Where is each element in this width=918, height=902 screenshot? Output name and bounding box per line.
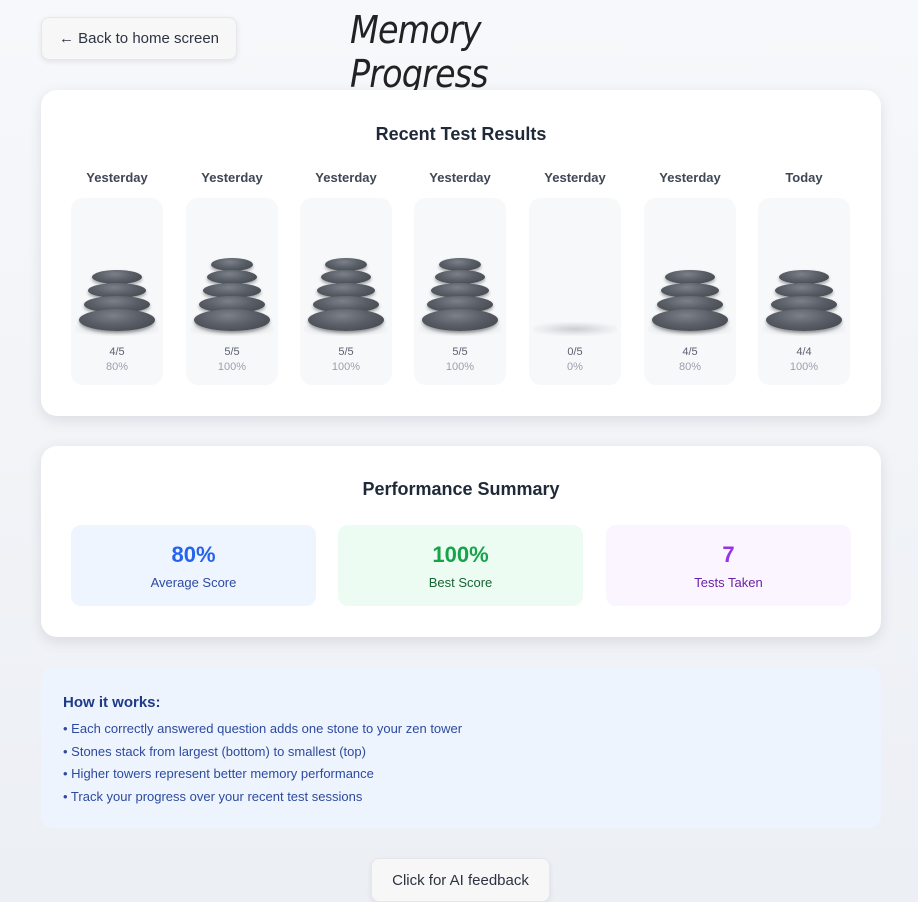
- session-score: 5/5: [452, 346, 468, 358]
- stat-label: Average Score: [150, 575, 237, 590]
- session-score: 5/5: [338, 346, 354, 358]
- stone-tower: 5/5 100%: [186, 198, 278, 385]
- stat-label: Best Score: [428, 575, 493, 590]
- performance-summary-title: Performance Summary: [362, 479, 560, 499]
- session-column: Yesterday 5/5 100%: [414, 170, 506, 385]
- stone-tower: 5/5 100%: [414, 198, 506, 385]
- tests-taken-stat: 7 Tests Taken: [606, 525, 851, 606]
- stone: [422, 309, 498, 331]
- stat-value: 80%: [171, 542, 216, 567]
- session-day-label: Yesterday: [429, 170, 491, 185]
- stat-value: 100%: [432, 542, 489, 567]
- session-percent: 100%: [445, 361, 475, 373]
- stone: [308, 309, 384, 331]
- stone-tower: 0/5 0%: [529, 198, 621, 385]
- session-score: 4/4: [796, 346, 812, 358]
- session-score: 4/5: [682, 346, 698, 358]
- session-column: Yesterday 5/5 100%: [300, 170, 392, 385]
- session-day-label: Yesterday: [659, 170, 721, 185]
- performance-summary-card: Performance Summary 80% Average Score 100%…: [41, 446, 881, 637]
- how-it-works-panel: How it works: • Each correctly answered …: [41, 667, 881, 828]
- tower-base-shadow: [533, 322, 617, 336]
- recent-results-card: Recent Test Results Yesterday 4/5 80% Yeste…: [41, 90, 881, 416]
- info-item: • Higher towers represent better memory …: [63, 766, 374, 781]
- session-column: Yesterday 0/5 0%: [529, 170, 621, 385]
- stone: [321, 270, 371, 284]
- stone: [779, 270, 829, 284]
- info-item: • Track your progress over your recent t…: [63, 788, 363, 804]
- stone: [79, 309, 155, 331]
- stone-tower: 4/5 80%: [71, 198, 163, 385]
- stat-label: Tests Taken: [694, 575, 763, 590]
- stone-tower: 4/5 80%: [644, 198, 736, 385]
- page-title: Memory Progress: [350, 8, 489, 96]
- session-column: Yesterday 4/5 80%: [644, 170, 736, 385]
- recent-results-title: Recent Test Results: [375, 124, 547, 144]
- session-percent: 0%: [567, 361, 583, 373]
- back-to-home-button[interactable]: ← Back to home screen: [41, 17, 237, 60]
- info-item: • Stones stack from largest (bottom) to …: [63, 743, 366, 759]
- stone: [194, 309, 270, 331]
- ai-feedback-button[interactable]: Click for AI feedback: [371, 858, 550, 902]
- session-day-label: Yesterday: [201, 170, 263, 185]
- stone: [665, 270, 715, 284]
- session-column: Yesterday 5/5 100%: [186, 170, 278, 385]
- how-it-works-title: How it works:: [63, 694, 161, 711]
- stone: [652, 309, 728, 331]
- session-percent: 100%: [217, 361, 247, 373]
- session-score: 4/5: [109, 346, 125, 358]
- average-score-stat: 80% Average Score: [71, 525, 316, 606]
- stat-value: 7: [722, 542, 735, 567]
- stone: [92, 270, 142, 284]
- best-score-stat: 100% Best Score: [338, 525, 583, 606]
- session-day-label: Yesterday: [86, 170, 148, 185]
- session-percent: 100%: [789, 361, 819, 373]
- session-day-label: Today: [785, 170, 823, 185]
- info-item: • Each correctly answered question adds …: [63, 721, 463, 736]
- session-score: 0/5: [567, 346, 583, 358]
- stone: [435, 270, 485, 284]
- how-it-works-list: • Each correctly answered question adds …: [63, 721, 462, 811]
- session-score: 5/5: [224, 346, 240, 358]
- session-day-label: Yesterday: [315, 170, 377, 185]
- session-percent: 80%: [678, 361, 702, 373]
- stone: [766, 309, 842, 331]
- session-percent: 100%: [331, 361, 361, 373]
- stone-tower: 5/5 100%: [300, 198, 392, 385]
- stone-tower: 4/4 100%: [758, 198, 850, 385]
- session-column: Today 4/4 100%: [758, 170, 850, 385]
- session-percent: 80%: [105, 361, 129, 373]
- session-column: Yesterday 4/5 80%: [71, 170, 163, 385]
- stone: [207, 270, 257, 284]
- session-day-label: Yesterday: [544, 170, 606, 185]
